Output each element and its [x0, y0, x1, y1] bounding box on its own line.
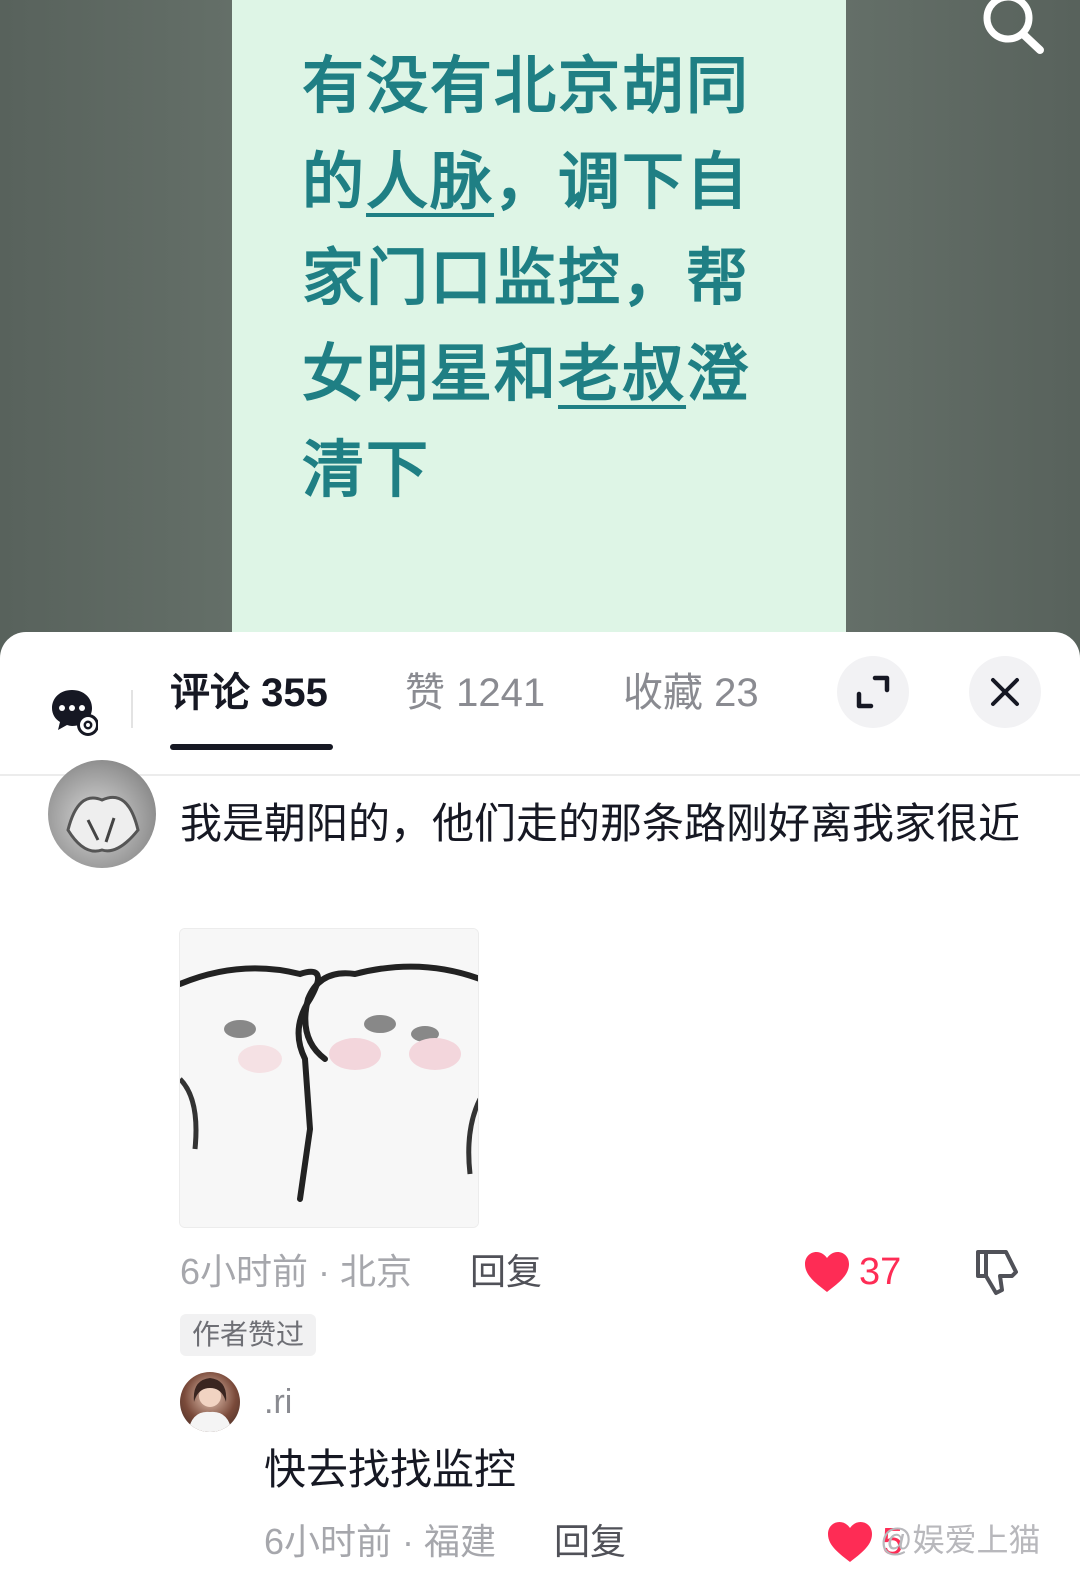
poster-line-5: 清下 [302, 433, 431, 506]
close-button[interactable] [969, 656, 1041, 728]
reply-user-avatar[interactable] [180, 1372, 240, 1432]
comment-text: 我是朝阳的，他们走的那条路刚好离我家很近 [180, 800, 1021, 847]
poster-text: 有没有北京胡同 的人脉，调下自 家门口监控，帮 女明星和老叔澄 清下 [302, 38, 772, 518]
active-tab-indicator [170, 744, 333, 750]
avatar-image [188, 1378, 232, 1432]
close-icon [991, 678, 1019, 706]
poster-line-1: 有没有北京胡同 [302, 49, 751, 122]
sticker-drawing [180, 929, 478, 1227]
dislike-button[interactable] [974, 1246, 1020, 1296]
heart-icon [805, 1252, 849, 1292]
video-preview[interactable]: 有没有北京胡同 的人脉，调下自 家门口监控，帮 女明星和老叔澄 清下 [0, 0, 1080, 660]
reply-username[interactable]: .ri [264, 1382, 292, 1422]
like-button[interactable]: 37 [803, 1246, 913, 1298]
like-count: 37 [859, 1251, 902, 1293]
search-icon [983, 0, 1044, 54]
commenter-avatar[interactable] [48, 760, 156, 868]
video-right-background [846, 0, 1080, 660]
tab-likes[interactable]: 赞 1241 [405, 668, 545, 718]
comment-time-location: 6小时前 · 北京 [180, 1251, 413, 1292]
reply-button[interactable]: 回复 [470, 1250, 542, 1294]
tab-comments[interactable]: 评论 355 [170, 668, 328, 718]
poster-line-2: 的人脉，调下自 [302, 145, 751, 218]
reply-text: 快去找找监控 [264, 1446, 517, 1493]
comment-sheet: 评论 355 赞 1241 收藏 23 我是朝阳的，他们走的那条路刚好离我家很近 [0, 632, 1080, 1572]
search-button[interactable] [978, 0, 1048, 60]
author-liked-badge: 作者赞过 [180, 1314, 317, 1356]
video-left-background [0, 0, 232, 660]
chat-bot-icon [52, 690, 99, 736]
reply-reply-button[interactable]: 回复 [554, 1520, 626, 1564]
chat-bot-button[interactable] [50, 688, 99, 736]
expand-icon [856, 675, 890, 709]
heart-icon [828, 1522, 872, 1562]
tab-divider [131, 690, 133, 728]
comment-tab-bar: 评论 355 赞 1241 收藏 23 [0, 632, 1080, 776]
expand-button[interactable] [837, 656, 909, 728]
poster-line-3: 家门口监控，帮 [302, 241, 751, 314]
reply-time-location: 6小时前 · 福建 [264, 1521, 497, 1562]
avatar-image [66, 795, 140, 853]
watermark: @娱爱上猫 [880, 1522, 1041, 1558]
poster-card: 有没有北京胡同 的人脉，调下自 家门口监控，帮 女明星和老叔澄 清下 [232, 0, 846, 660]
comment-sticker-image[interactable] [179, 928, 479, 1228]
poster-line-4: 女明星和老叔澄 [302, 337, 751, 410]
tab-favorites[interactable]: 收藏 23 [623, 668, 759, 718]
thumbs-down-icon [976, 1250, 1018, 1295]
